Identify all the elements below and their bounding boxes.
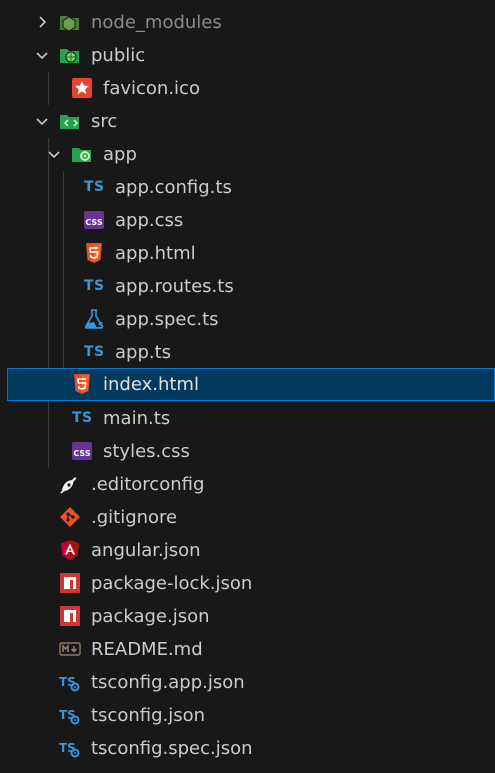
tree-item-app-html[interactable]: app.html xyxy=(0,237,495,270)
tree-item-label: node_modules xyxy=(91,12,222,33)
tree-item-label: app.ts xyxy=(115,342,172,363)
tree-item-label: README.md xyxy=(91,639,203,660)
tree-item-app-routes-ts[interactable]: TS app.routes.ts xyxy=(0,270,495,303)
folder-node-icon xyxy=(59,11,81,33)
tree-item-label: .gitignore xyxy=(91,507,178,528)
tree-item-label: app.html xyxy=(115,243,196,264)
tree-item-label: tsconfig.spec.json xyxy=(91,738,253,759)
tree-item-label: tsconfig.app.json xyxy=(91,672,245,693)
tree-item-tsconfig-app-json[interactable]: TS tsconfig.app.json xyxy=(0,666,495,699)
tree-item-label: index.html xyxy=(103,374,199,395)
folder-src-icon xyxy=(59,110,81,132)
tree-item-app-ts[interactable]: TS app.ts xyxy=(0,336,495,369)
tree-item-package-lock-json[interactable]: package-lock.json xyxy=(0,567,495,600)
tree-item-main-ts[interactable]: TS main.ts xyxy=(0,402,495,435)
typescript-icon: TS xyxy=(84,179,105,195)
tree-item-label: src xyxy=(91,111,118,132)
test-spec-icon: S xyxy=(83,308,105,330)
tree-item-label: main.ts xyxy=(103,408,171,429)
svg-text:CSS: CSS xyxy=(73,449,90,458)
tree-item-tsconfig-spec-json[interactable]: TS tsconfig.spec.json xyxy=(0,732,495,765)
tree-item-favicon[interactable]: favicon.ico xyxy=(0,72,495,105)
tree-item-app-config-ts[interactable]: TS app.config.ts xyxy=(0,171,495,204)
chevron-down-icon xyxy=(32,105,52,138)
tree-item-tsconfig-json[interactable]: TS tsconfig.json xyxy=(0,699,495,732)
tree-item-app-css[interactable]: CSS app.css xyxy=(0,204,495,237)
tree-item-public[interactable]: public xyxy=(0,39,495,72)
tree-item-package-json[interactable]: package.json xyxy=(0,600,495,633)
svg-text:S: S xyxy=(98,321,104,330)
tsconfig-icon: TS xyxy=(59,671,81,693)
tree-item-label: app.spec.ts xyxy=(115,309,219,330)
tree-item-label: app xyxy=(103,144,137,165)
tree-item-label: angular.json xyxy=(91,540,201,561)
tree-item-gitignore[interactable]: .gitignore xyxy=(0,501,495,534)
svg-text:TS: TS xyxy=(59,675,76,689)
npm-icon xyxy=(59,605,81,627)
tree-item-src[interactable]: src xyxy=(0,105,495,138)
tree-item-styles-css[interactable]: CSS styles.css xyxy=(0,435,495,468)
file-explorer: node_modules public favicon.ico src app … xyxy=(0,0,495,773)
tsconfig-icon: TS xyxy=(59,704,81,726)
tree-item-index-html[interactable]: index.html xyxy=(7,368,495,401)
npm-icon xyxy=(59,572,81,594)
tree-item-label: tsconfig.json xyxy=(91,705,206,726)
svg-text:CSS: CSS xyxy=(85,218,102,227)
typescript-icon: TS xyxy=(84,344,105,360)
chevron-right-icon xyxy=(32,6,52,39)
tree-item-label: favicon.ico xyxy=(103,78,200,99)
svg-text:TS: TS xyxy=(59,708,76,722)
tree-item-angular-json[interactable]: angular.json xyxy=(0,534,495,567)
tree-item-label: styles.css xyxy=(103,441,190,462)
tree-item-label: app.css xyxy=(115,210,184,231)
tree-item-label: app.config.ts xyxy=(115,177,232,198)
tsconfig-icon: TS xyxy=(59,737,81,759)
folder-public-icon xyxy=(59,44,81,66)
svg-text:TS: TS xyxy=(59,741,76,755)
markdown-icon xyxy=(59,638,81,660)
tree-item-readme-md[interactable]: README.md xyxy=(0,633,495,666)
folder-app-icon xyxy=(71,143,93,165)
tree-item-node-modules[interactable]: node_modules xyxy=(0,6,495,39)
chevron-down-icon xyxy=(44,138,64,171)
tree-item-app-spec-ts[interactable]: S app.spec.ts xyxy=(0,303,495,336)
css-icon: CSS xyxy=(71,440,93,462)
tree-item-app-folder[interactable]: app xyxy=(0,138,495,171)
css-icon: CSS xyxy=(83,209,105,231)
typescript-icon: TS xyxy=(72,410,93,426)
angular-icon xyxy=(59,539,81,561)
tree-item-label: app.routes.ts xyxy=(115,276,234,297)
typescript-icon: TS xyxy=(84,278,105,294)
tree-item-label: .editorconfig xyxy=(91,474,205,495)
tree-item-label: package-lock.json xyxy=(91,573,253,594)
html-icon xyxy=(71,373,93,395)
tree-item-editorconfig[interactable]: .editorconfig xyxy=(0,468,495,501)
favicon-icon xyxy=(71,77,93,99)
chevron-down-icon xyxy=(32,39,52,72)
editorconfig-icon xyxy=(59,473,81,495)
tree-item-label: public xyxy=(91,45,146,66)
git-icon xyxy=(59,506,81,528)
html-icon xyxy=(83,242,105,264)
tree-item-label: package.json xyxy=(91,606,210,627)
